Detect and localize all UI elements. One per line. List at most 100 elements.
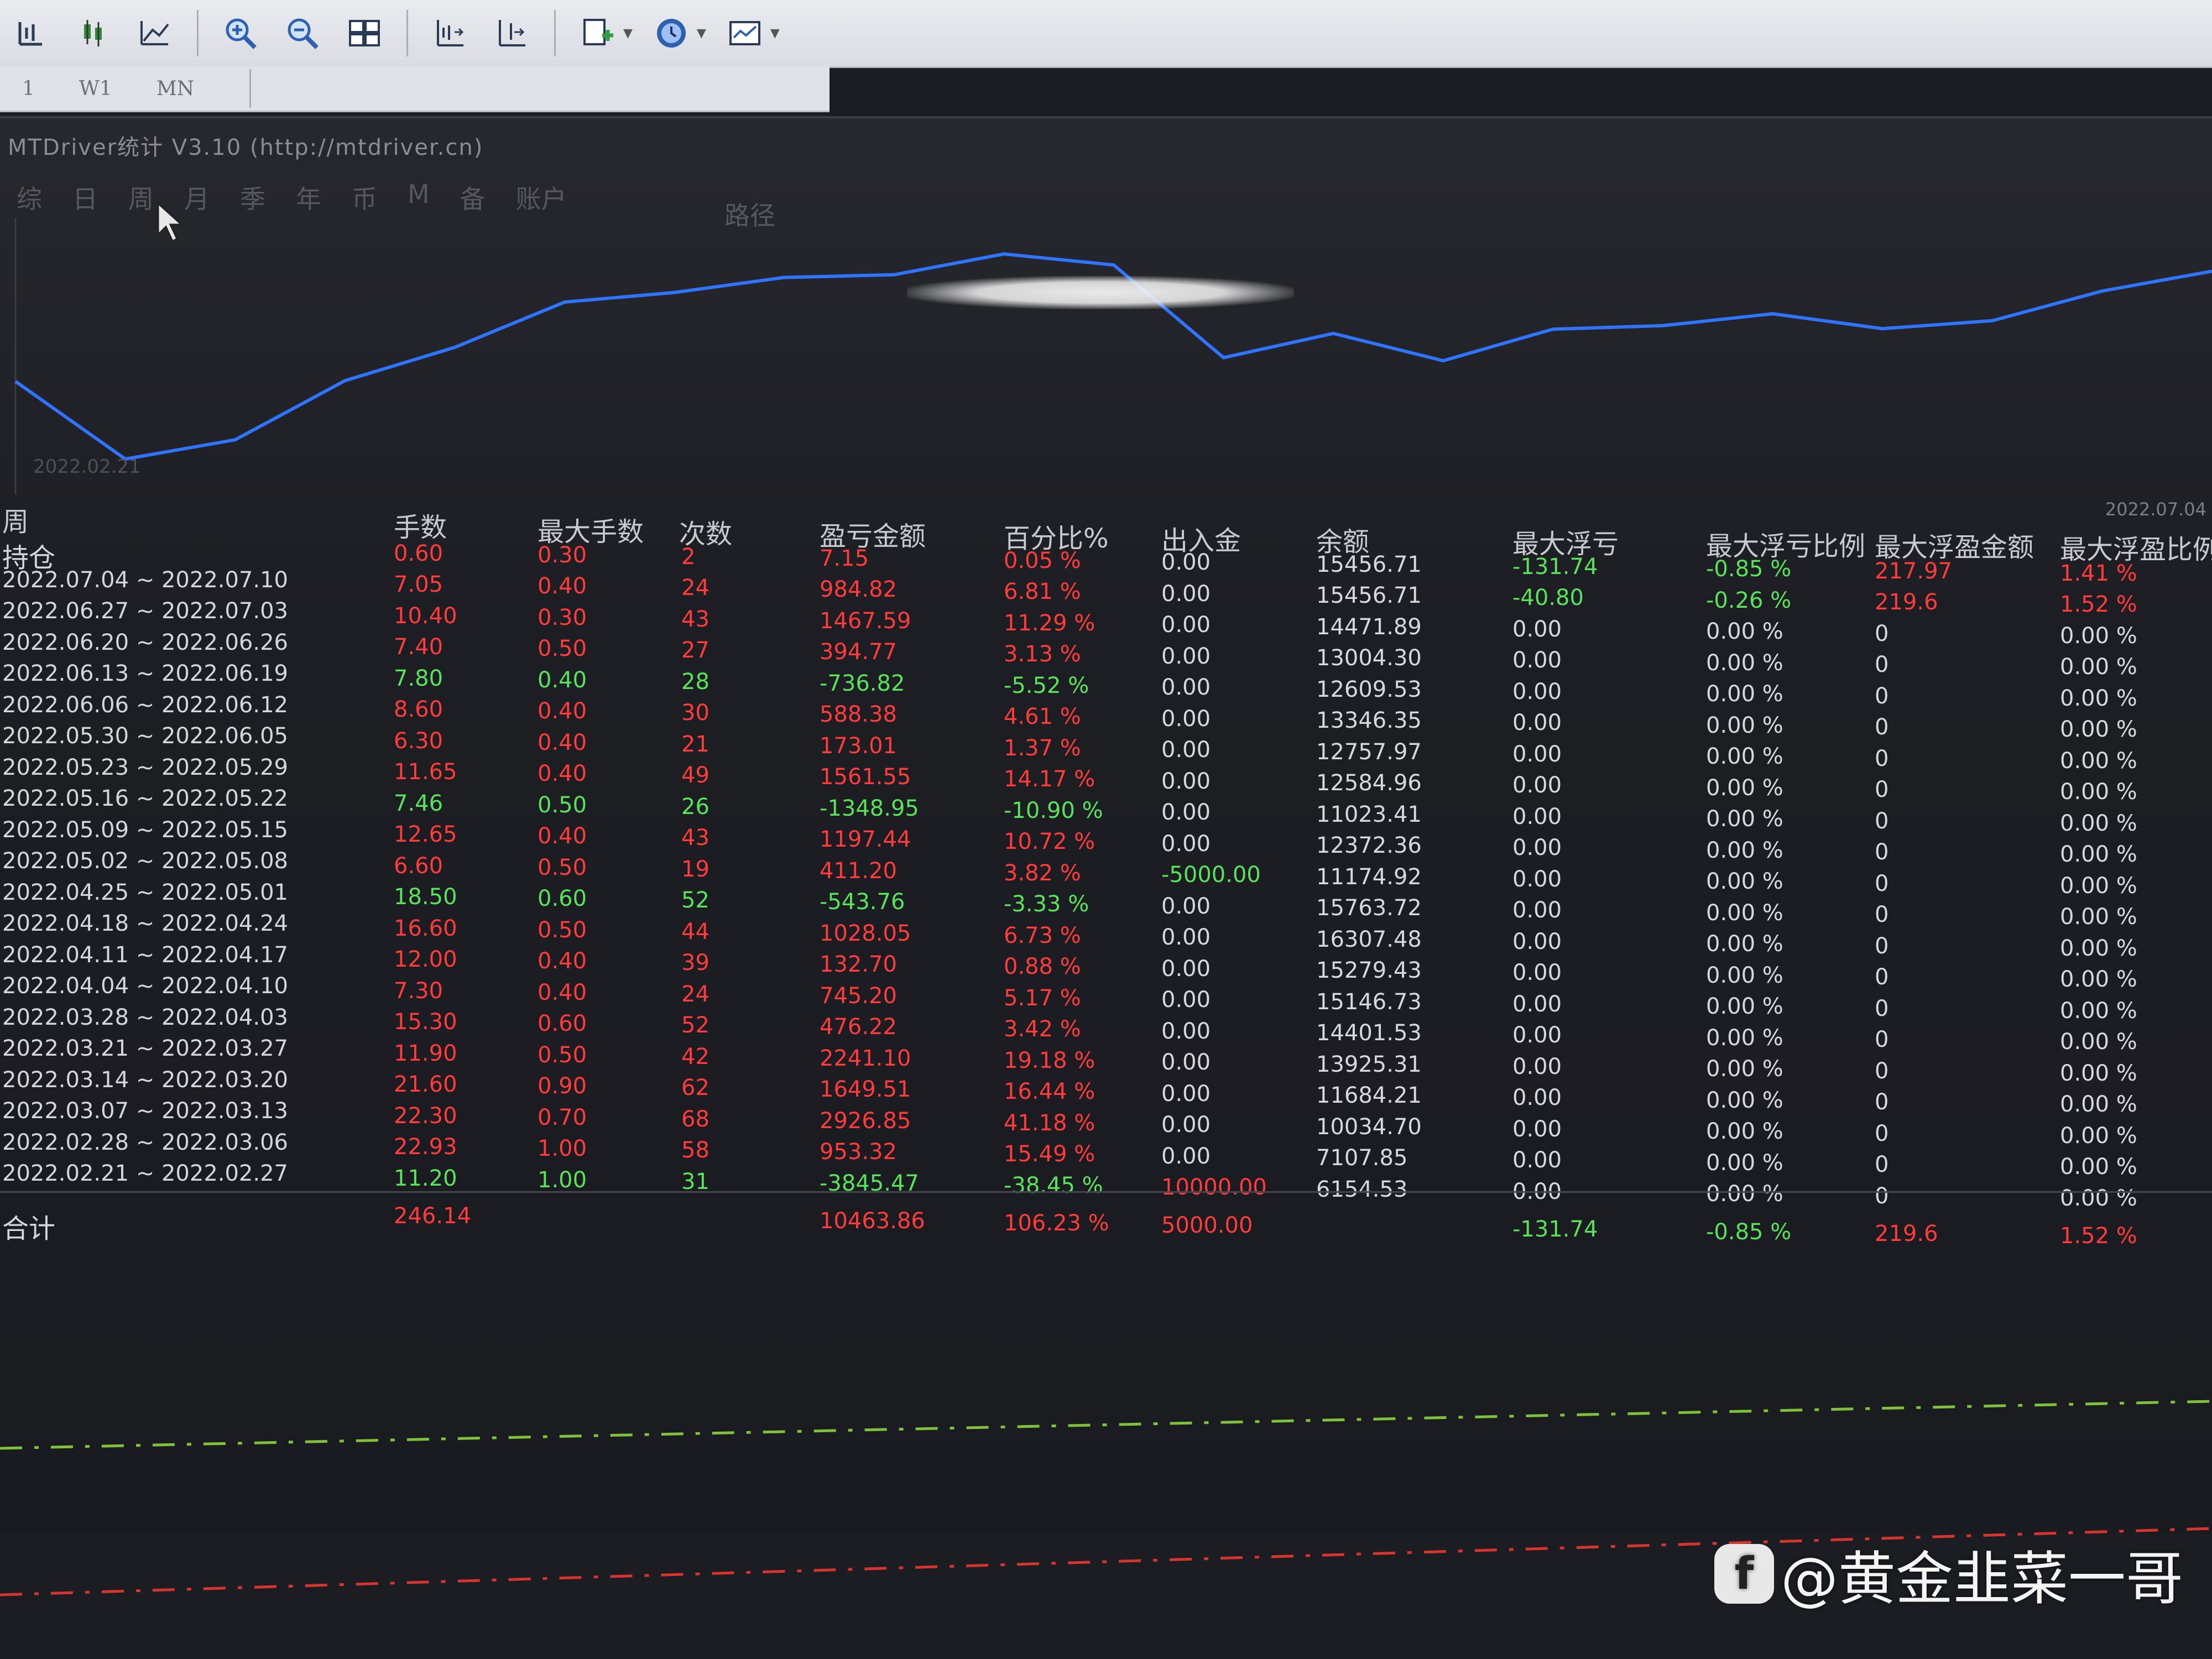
total-cell-label: 合计 bbox=[2, 1213, 56, 1244]
table-cell-max-fp: 0 bbox=[1875, 995, 1889, 1021]
table-cell-max-lots: 0.40 bbox=[538, 667, 587, 693]
table-cell-max-fp: 0 bbox=[1875, 683, 1889, 709]
table-cell-max-fp-pct: 0.00 % bbox=[2060, 1092, 2137, 1118]
tab-week[interactable]: 周 bbox=[128, 179, 154, 216]
table-cell-pct: 0.05 % bbox=[1004, 547, 1081, 573]
chart-shift-button[interactable] bbox=[427, 10, 473, 56]
table-cell-max-lots: 0.70 bbox=[538, 1104, 587, 1130]
period-clock-button[interactable] bbox=[648, 10, 695, 56]
table-cell-lots: 6.60 bbox=[394, 853, 444, 879]
table-cell-count: 52 bbox=[681, 888, 709, 914]
table-cell-max-fp-pct: 0.00 % bbox=[2060, 1029, 2137, 1055]
autoscroll-button[interactable] bbox=[489, 10, 535, 56]
table-cell-pct: -10.90 % bbox=[1004, 797, 1103, 823]
table-cell-balance: 7107.85 bbox=[1316, 1145, 1408, 1171]
table-cell-lots: 7.05 bbox=[394, 572, 444, 598]
zoom-out-button[interactable] bbox=[279, 10, 326, 56]
table-cell-max-fp: 219.6 bbox=[1875, 589, 1938, 615]
toolbar-separator bbox=[554, 10, 556, 56]
zoom-in-button[interactable] bbox=[217, 10, 264, 56]
main-toolbar: ▼ ▼ ▼ bbox=[0, 0, 2212, 68]
table-cell-count: 2 bbox=[681, 544, 696, 570]
table-cell-period: 2022.02.21 ~ 2022.02.27 bbox=[2, 1161, 288, 1187]
templates-button[interactable] bbox=[722, 10, 768, 56]
templates-icon bbox=[729, 21, 760, 45]
table-cell-max-fp-pct: 0.00 % bbox=[2060, 810, 2137, 836]
timeframe-1[interactable]: 1 bbox=[22, 77, 35, 100]
chevron-down-icon[interactable]: ▼ bbox=[770, 27, 780, 40]
table-cell-pnl: 7.15 bbox=[820, 545, 869, 571]
table-cell-max-dd: 0.00 bbox=[1512, 1022, 1562, 1048]
table-cell-pnl: -736.82 bbox=[820, 670, 905, 696]
tab-quarter[interactable]: 季 bbox=[240, 179, 265, 216]
tile-windows-button[interactable] bbox=[341, 10, 388, 56]
table-cell-balance: 10034.70 bbox=[1316, 1114, 1422, 1140]
table-cell-max-dd-pct: -0.26 % bbox=[1706, 587, 1792, 613]
table-cell-period: 2022.06.20 ~ 2022.06.26 bbox=[2, 629, 288, 655]
table-cell-lots: 18.50 bbox=[394, 884, 457, 910]
timeframe-mn[interactable]: MN bbox=[156, 77, 194, 100]
table-cell-count: 68 bbox=[681, 1106, 709, 1132]
table-cell-pnl: -543.76 bbox=[820, 889, 905, 915]
table-cell-deposit: 0.00 bbox=[1161, 643, 1211, 669]
bar-chart-button[interactable] bbox=[8, 10, 54, 56]
table-cell-period: 2022.06.06 ~ 2022.06.12 bbox=[2, 692, 288, 718]
timeframe-w1[interactable]: W1 bbox=[79, 77, 112, 100]
table-cell-pnl: 984.82 bbox=[820, 577, 897, 603]
table-cell-max-dd: 0.00 bbox=[1512, 616, 1562, 642]
tab-day[interactable]: 日 bbox=[72, 179, 98, 216]
table-cell-max-dd: 0.00 bbox=[1512, 710, 1562, 736]
add-indicator-button[interactable] bbox=[575, 10, 621, 56]
table-cell-deposit: 0.00 bbox=[1161, 706, 1211, 732]
chevron-down-icon[interactable]: ▼ bbox=[697, 27, 706, 40]
chevron-down-icon[interactable]: ▼ bbox=[623, 27, 633, 40]
tab-notes[interactable]: 备 bbox=[460, 179, 486, 216]
table-cell-max-fp: 0 bbox=[1875, 870, 1889, 896]
tab-summary[interactable]: 综 bbox=[17, 179, 42, 216]
table-cell-max-fp-pct: 0.00 % bbox=[2060, 779, 2137, 805]
table-cell-pct: -5.52 % bbox=[1004, 672, 1089, 698]
table-cell-lots: 0.60 bbox=[394, 540, 444, 566]
table-cell-max-lots: 1.00 bbox=[538, 1136, 587, 1162]
total-cell-pnl: 10463.86 bbox=[820, 1208, 925, 1234]
total-cell-max-fp: 219.6 bbox=[1875, 1221, 1938, 1247]
table-cell-lots: 6.30 bbox=[394, 728, 444, 754]
table-cell-deposit: 0.00 bbox=[1161, 925, 1211, 951]
table-cell-max-lots: 0.50 bbox=[538, 636, 587, 662]
tab-currency[interactable]: 币 bbox=[352, 179, 377, 216]
table-cell-max-dd-pct: 0.00 % bbox=[1706, 806, 1783, 832]
line-chart-button[interactable] bbox=[132, 10, 178, 56]
table-cell-period: 2022.06.27 ~ 2022.07.03 bbox=[2, 598, 288, 624]
table-cell-pct: 16.44 % bbox=[1004, 1079, 1095, 1105]
total-cell-deposit: 5000.00 bbox=[1161, 1212, 1253, 1238]
table-cell-balance: 13925.31 bbox=[1316, 1051, 1422, 1077]
table-cell-lots: 21.60 bbox=[394, 1072, 457, 1098]
tab-magic[interactable]: M bbox=[408, 179, 430, 216]
table-cell-deposit: 0.00 bbox=[1161, 1112, 1211, 1138]
table-cell-max-dd: -131.74 bbox=[1512, 554, 1598, 580]
tab-account[interactable]: 账户 bbox=[516, 179, 567, 216]
table-cell-pnl: 745.20 bbox=[820, 983, 897, 1009]
tab-year[interactable]: 年 bbox=[296, 179, 321, 216]
table-cell-max-dd: 0.00 bbox=[1512, 1053, 1562, 1079]
table-cell-max-fp-pct: 0.00 % bbox=[2060, 998, 2137, 1024]
table-cell-deposit: 0.00 bbox=[1161, 893, 1211, 919]
table-cell-max-dd-pct: 0.00 % bbox=[1706, 837, 1783, 863]
table-cell-max-dd: 0.00 bbox=[1512, 804, 1562, 830]
table-cell-max-fp-pct: 0.00 % bbox=[2060, 1060, 2137, 1086]
table-cell-count: 39 bbox=[681, 950, 709, 976]
candlestick-button[interactable] bbox=[70, 10, 116, 56]
table-cell-max-lots: 0.50 bbox=[538, 1042, 587, 1068]
table-cell-lots: 11.20 bbox=[394, 1165, 457, 1191]
table-cell-period: 2022.05.09 ~ 2022.05.15 bbox=[2, 817, 288, 843]
weibo-logo-icon: f bbox=[1714, 1543, 1774, 1604]
table-cell-period: 2022.04.25 ~ 2022.05.01 bbox=[2, 879, 288, 905]
table-cell-pct: 1.37 % bbox=[1004, 735, 1081, 761]
table-cell-max-dd-pct: 0.00 % bbox=[1706, 994, 1783, 1020]
table-cell-max-dd: 0.00 bbox=[1512, 898, 1562, 924]
table-cell-pnl: 953.32 bbox=[820, 1139, 897, 1165]
table-cell-balance: 16307.48 bbox=[1316, 926, 1422, 952]
chart-end-date: 2022.07.04 bbox=[2105, 499, 2206, 520]
table-cell-max-lots: 0.40 bbox=[538, 823, 587, 849]
table-cell-lots: 7.40 bbox=[394, 634, 444, 660]
